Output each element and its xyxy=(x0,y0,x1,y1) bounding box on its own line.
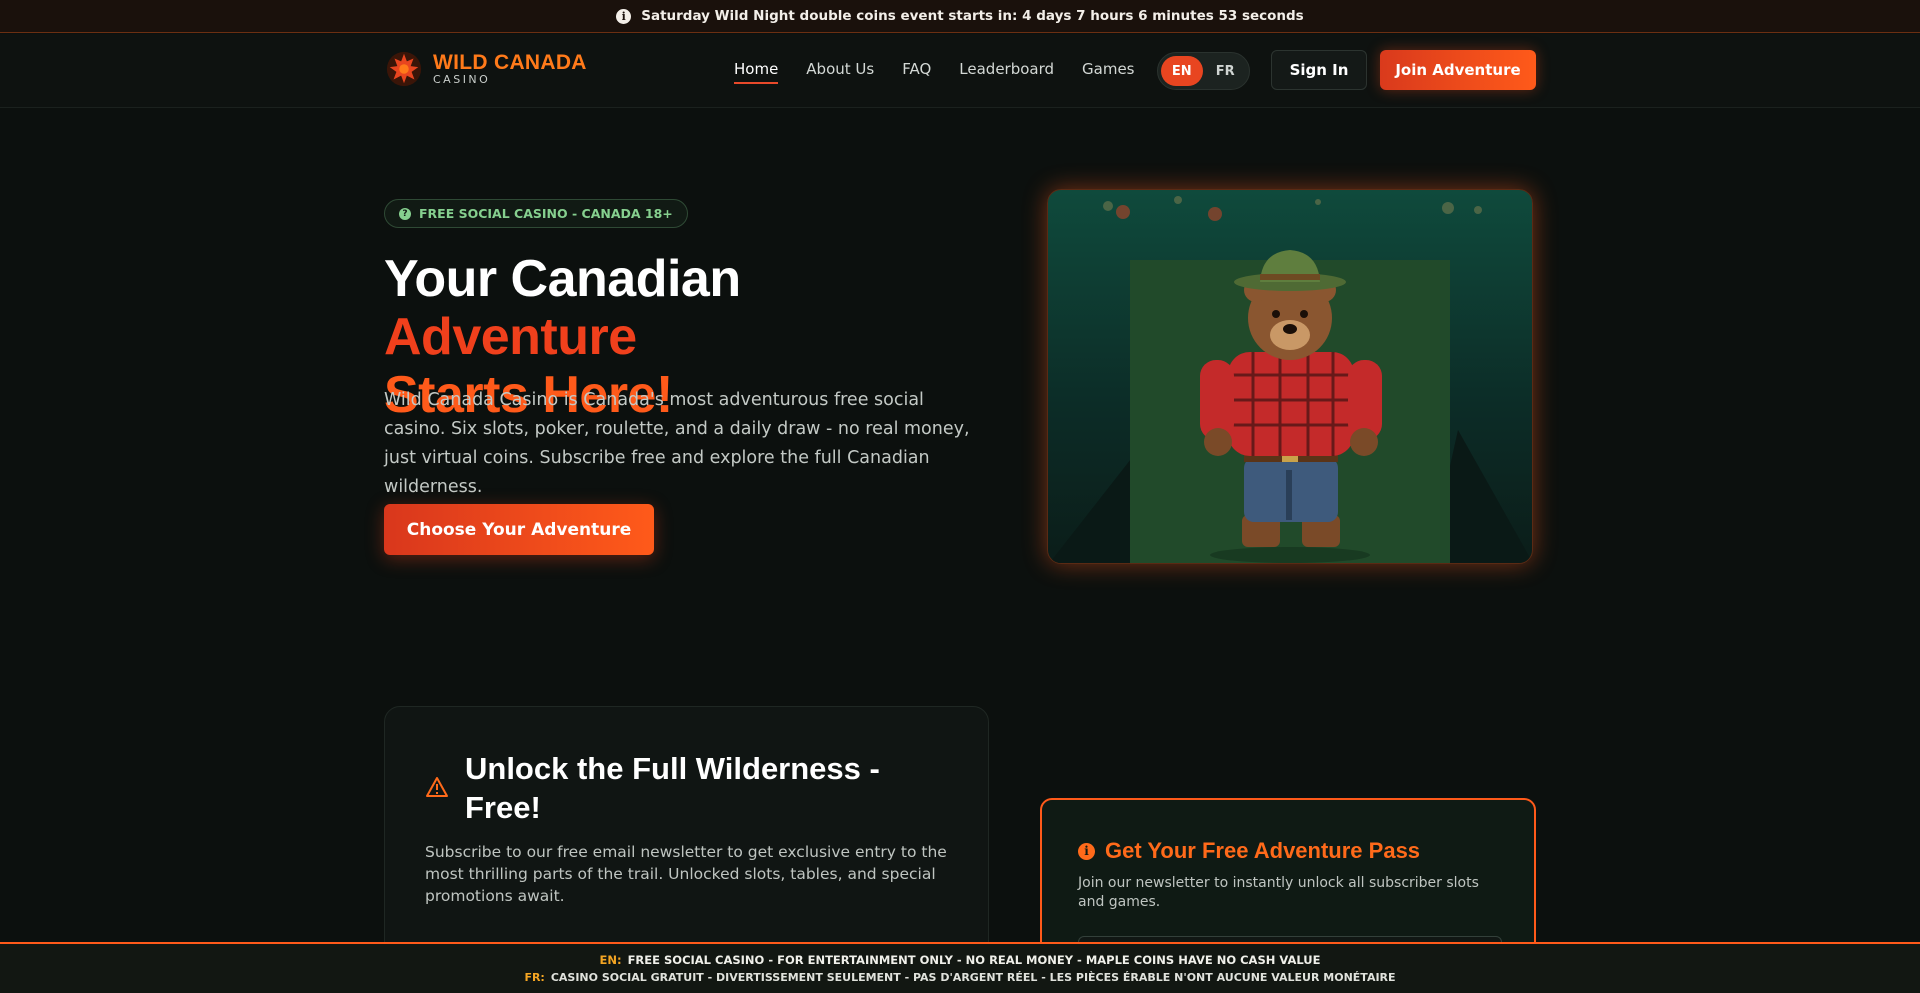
disclaimer-en: EN: FREE SOCIAL CASINO - FOR ENTERTAINMEN… xyxy=(599,953,1320,967)
nav-games[interactable]: Games xyxy=(1082,60,1134,84)
info-icon: i xyxy=(616,8,632,24)
question-icon: ? xyxy=(399,207,411,220)
choose-adventure-button[interactable]: Choose Your Adventure xyxy=(384,504,654,555)
brand-sub: CASINO xyxy=(433,73,491,86)
disclaimer-en-text: FREE SOCIAL CASINO - FOR ENTERTAINMENT O… xyxy=(627,953,1321,967)
unlock-title: Unlock the Full Wilderness - Free! xyxy=(465,751,880,825)
nav-leaderboard[interactable]: Leaderboard xyxy=(959,60,1054,84)
hero-badge-text: FREE SOCIAL CASINO - CANADA 18+ xyxy=(419,206,673,221)
nav-home[interactable]: Home xyxy=(734,60,779,84)
nav-about-us[interactable]: About Us xyxy=(806,60,874,84)
announcement-bar: i Saturday Wild Night double coins event… xyxy=(0,0,1920,33)
adventure-pass-description: Join our newsletter to instantly unlock … xyxy=(1078,875,1479,910)
disclaimer-fr: FR: CASINO SOCIAL GRATUIT - DIVERTISSEMEN… xyxy=(524,971,1395,984)
warning-icon xyxy=(426,777,448,797)
lang-en[interactable]: EN xyxy=(1161,56,1203,86)
adventure-pass-title: Get Your Free Adventure Pass xyxy=(1105,838,1421,863)
maple-leaf-icon xyxy=(386,51,422,87)
site-header: WILD CANADA CASINO Home About Us FAQ Lea… xyxy=(0,34,1920,108)
hero-title-part1: Your Canadian xyxy=(384,250,741,308)
adventure-pass-heading: i Get Your Free Adventure Pass xyxy=(1078,838,1420,864)
language-switcher: EN FR xyxy=(1157,52,1250,90)
info-icon: i xyxy=(1078,842,1095,860)
lang-fr[interactable]: FR xyxy=(1205,56,1247,86)
hero-badge: ? FREE SOCIAL CASINO - CANADA 18+ xyxy=(384,199,688,228)
join-adventure-button[interactable]: Join Adventure xyxy=(1380,50,1536,90)
announcement-text: Saturday Wild Night double coins event s… xyxy=(641,8,1304,24)
main-nav: Home About Us FAQ Leaderboard Games xyxy=(734,60,1135,84)
logo[interactable]: WILD CANADA CASINO xyxy=(385,50,587,88)
sign-in-button[interactable]: Sign In xyxy=(1271,50,1367,90)
unlock-description: Subscribe to our free email newsletter t… xyxy=(425,843,947,905)
hero-description: Wild Canada Casino is Canada's most adve… xyxy=(384,390,970,497)
hero-image-bear xyxy=(1047,189,1533,564)
brand-name: WILD CANADA xyxy=(433,51,587,74)
disclaimer-fr-tag: FR: xyxy=(524,971,545,984)
disclaimer-fr-text: CASINO SOCIAL GRATUIT - DIVERTISSEMENT S… xyxy=(550,971,1396,984)
disclaimer-en-tag: EN: xyxy=(599,953,622,967)
disclaimer-bar: EN: FREE SOCIAL CASINO - FOR ENTERTAINMEN… xyxy=(0,942,1920,993)
hero-title-part2: Adventure xyxy=(384,308,637,366)
nav-faq[interactable]: FAQ xyxy=(902,60,931,84)
